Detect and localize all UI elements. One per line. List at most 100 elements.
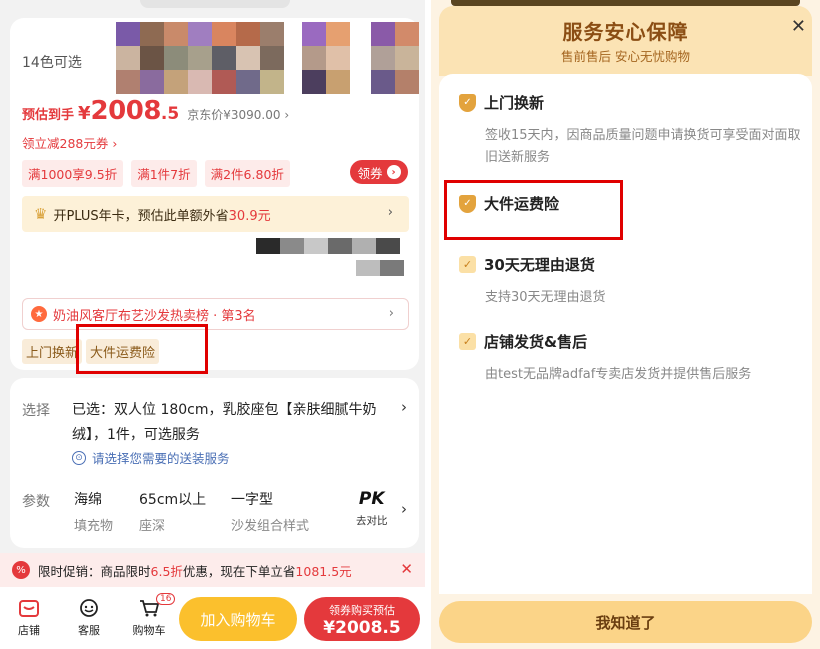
redacted-block (352, 238, 376, 254)
chevron-right-icon[interactable]: › (401, 398, 407, 416)
highlight-box (444, 180, 623, 240)
buy-now-button[interactable]: 领券购买预估 ¥2008.5 (304, 597, 420, 641)
guarantee-title: 店铺发货&售后 (484, 333, 588, 351)
color-swatch[interactable] (116, 22, 140, 46)
color-swatch[interactable] (371, 46, 395, 70)
buy-label: 领券购买预估 (329, 604, 395, 617)
color-swatch[interactable] (140, 22, 164, 46)
plus-bar-amount: 30.9元 (228, 208, 271, 224)
shield-icon: ✓ (459, 93, 476, 112)
color-swatch[interactable] (212, 70, 236, 94)
modal-title: 服务安心保障 (562, 20, 689, 44)
selected-options[interactable]: 已选：双人位 180cm，乳胶座包【亲肤细腻牛奶绒】，1件，可选服务 (72, 398, 397, 448)
chevron-right-icon[interactable]: › (401, 500, 407, 518)
nav-cart[interactable]: 16 购物车 (128, 593, 176, 638)
plus-bar-text: 开PLUS年卡，预估此单额外省 (53, 208, 229, 224)
color-swatch[interactable] (236, 70, 260, 94)
color-swatch[interactable] (260, 70, 284, 94)
color-swatch[interactable] (371, 22, 395, 46)
promo-tag: 满2件6.80折 (204, 160, 290, 187)
redacted-block (280, 238, 304, 254)
nav-label: 购物车 (132, 624, 166, 637)
bottom-action-bar: 店铺 客服 16 购物车 加入购物车 领券购买预估 ¥2008.5 (0, 587, 425, 649)
color-swatch[interactable] (260, 22, 284, 46)
param-item: 一字型 沙发组合样式 (231, 489, 309, 534)
color-swatch[interactable] (164, 46, 188, 70)
color-swatch[interactable] (326, 70, 350, 94)
color-swatch[interactable] (302, 46, 326, 70)
guarantee-item: ✓ 30天无理由退货 支持30天无理由退货 (459, 254, 805, 309)
color-swatch[interactable] (188, 70, 212, 94)
chat-icon (77, 597, 101, 619)
plus-membership-bar[interactable]: ♛ 开PLUS年卡，预估此单额外省 30.9元 › (22, 196, 409, 232)
price-prefix: 预估到手 (22, 108, 75, 123)
param-name: 座深 (139, 519, 166, 534)
color-swatch[interactable] (116, 70, 140, 94)
highlight-box (76, 324, 208, 374)
cart-count-badge: 16 (156, 593, 176, 605)
chevron-right-icon: › (387, 205, 393, 220)
color-swatch[interactable] (260, 46, 284, 70)
redacted-block (376, 238, 400, 254)
price-integer: 2008 (90, 96, 162, 126)
service-tag[interactable]: 上门换新 (22, 339, 83, 364)
nav-store[interactable]: 店铺 (8, 597, 50, 638)
color-swatch-grid[interactable] (371, 22, 419, 94)
color-swatch[interactable] (395, 70, 419, 94)
color-swatch[interactable] (236, 22, 260, 46)
guarantee-item: ✓ 上门换新 签收15天内，因商品质量问题申请换货可享受面对面取旧送新服务 (459, 92, 805, 169)
shipping-service-text: 请选择您需要的送装服务 (92, 451, 230, 466)
color-swatch-grid[interactable] (302, 22, 350, 94)
redacted-block (328, 238, 352, 254)
guarantee-title: 上门换新 (484, 94, 545, 112)
color-swatch[interactable] (395, 22, 419, 46)
color-count-label[interactable]: 14色可选 (22, 52, 82, 72)
close-icon[interactable]: ✕ (400, 560, 413, 578)
nav-service[interactable]: 客服 (68, 597, 110, 638)
chevron-right-icon: › (386, 165, 401, 179)
color-swatch[interactable] (371, 70, 395, 94)
color-swatch[interactable] (326, 46, 350, 70)
claim-coupon-button[interactable]: 领券 › (350, 160, 408, 184)
color-swatch[interactable] (302, 70, 326, 94)
color-swatch[interactable] (140, 46, 164, 70)
jd-price[interactable]: 京东价¥3090.00 › (187, 106, 289, 123)
color-swatch[interactable] (395, 46, 419, 70)
get-coupon-link[interactable]: 领立减288元券 › (22, 133, 117, 152)
color-swatch[interactable] (326, 22, 350, 46)
shipping-service-link[interactable]: ⊙ 请选择您需要的送装服务 (72, 448, 230, 467)
got-it-button[interactable]: 我知道了 (439, 601, 812, 643)
discount-icon: % (12, 561, 30, 579)
color-swatch-grid[interactable] (116, 22, 284, 94)
param-value: 65cm以上 (139, 492, 207, 508)
promo-text-mid: 优惠，现在下单立省 (182, 563, 296, 579)
promo-tag: 满1000享9.5折 (22, 160, 124, 187)
close-icon[interactable]: ✕ (791, 16, 806, 37)
color-swatch[interactable] (188, 46, 212, 70)
param-item: 65cm以上 座深 (139, 489, 206, 534)
compare-button[interactable]: PK 去对比 (356, 489, 388, 528)
crown-icon: ♛ (34, 205, 48, 223)
compare-label: 去对比 (356, 515, 388, 527)
color-swatch[interactable] (164, 70, 188, 94)
price-currency: ¥ (78, 103, 91, 124)
promo-text-pre: 限时促销：商品限时 (38, 563, 151, 579)
modal-body: ✓ 上门换新 签收15天内，因商品质量问题申请换货可享受面对面取旧送新服务 ✓ … (439, 74, 812, 594)
color-swatch[interactable] (236, 46, 260, 70)
promo-discount: 6.5折 (150, 563, 183, 579)
guarantee-title: 30天无理由退货 (484, 256, 595, 274)
color-swatch[interactable] (116, 46, 140, 70)
color-swatch[interactable] (140, 70, 164, 94)
guarantee-desc: 支持30天无理由退货 (485, 290, 606, 305)
color-swatch[interactable] (212, 22, 236, 46)
color-swatch[interactable] (302, 22, 326, 46)
jd-price-arrow: › (284, 108, 290, 122)
color-swatch[interactable] (188, 22, 212, 46)
param-value: 一字型 (231, 492, 273, 508)
check-icon: ✓ (459, 333, 476, 350)
color-swatch[interactable] (164, 22, 188, 46)
nav-label: 店铺 (18, 624, 40, 637)
color-swatch[interactable] (212, 46, 236, 70)
add-to-cart-button[interactable]: 加入购物车 (179, 597, 297, 641)
select-label: 选择 (22, 403, 50, 419)
